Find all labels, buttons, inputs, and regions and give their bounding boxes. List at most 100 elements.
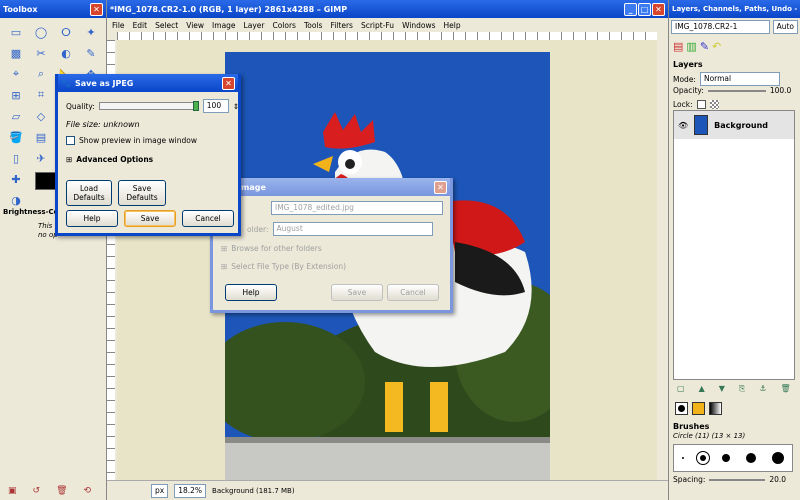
unit-select[interactable]: px — [151, 483, 169, 498]
blend-icon[interactable]: ▤ — [31, 128, 51, 146]
preview-checkbox[interactable] — [66, 136, 75, 145]
airbrush-icon[interactable]: ✈ — [31, 149, 51, 167]
raise-layer-icon[interactable]: ▲ — [699, 384, 705, 394]
crop-icon[interactable]: ⌗ — [31, 86, 51, 104]
save-button[interactable]: Save — [124, 210, 176, 227]
color-select-icon[interactable]: ▩ — [6, 44, 26, 62]
folder-select[interactable]: August — [272, 222, 433, 236]
fuzzy-select-icon[interactable]: ✦ — [81, 23, 101, 41]
cancel-button[interactable]: Cancel — [387, 284, 439, 301]
filename-input[interactable]: IMG_1078_edited.jpg — [271, 201, 443, 215]
tab-undo-icon[interactable]: ↶ — [712, 40, 721, 53]
menu-layer[interactable]: Layer — [241, 21, 268, 30]
menu-script-fu[interactable]: Script-Fu — [358, 21, 397, 30]
minimize-icon[interactable]: _ — [624, 2, 637, 16]
rect-select-icon[interactable]: ▭ — [6, 23, 26, 41]
bucket-fill-icon[interactable]: 🪣 — [6, 128, 26, 146]
horizontal-ruler — [117, 32, 657, 40]
menu-view[interactable]: View — [183, 21, 207, 30]
menu-filters[interactable]: Filters — [327, 21, 355, 30]
quality-slider[interactable] — [98, 101, 199, 111]
spacing-slider[interactable] — [709, 478, 766, 481]
preview-label[interactable]: Show preview in image window — [79, 136, 197, 145]
restore-options-icon[interactable]: ↺ — [33, 486, 41, 496]
delete-options-icon[interactable]: 🗑 — [56, 486, 67, 496]
menu-tools[interactable]: Tools — [301, 21, 325, 30]
menu-windows[interactable]: Windows — [399, 21, 438, 30]
file-type-expander[interactable]: Select File Type (By Extension) — [231, 262, 346, 271]
auto-button[interactable]: Auto — [772, 20, 798, 34]
opacity-value[interactable]: 100.0 — [770, 86, 791, 95]
advanced-options-expander[interactable]: Advanced Options — [76, 155, 153, 164]
spacing-value[interactable]: 20.0 — [769, 475, 786, 484]
anchor-layer-icon[interactable]: ⚓ — [759, 384, 766, 394]
scissors-icon[interactable]: ✂ — [31, 44, 51, 62]
ellipse-select-icon[interactable]: ◯ — [31, 23, 51, 41]
image-select[interactable]: IMG_1078.CR2-1 — [671, 20, 770, 34]
heal-icon[interactable]: ✚ — [6, 170, 26, 188]
layer-name[interactable]: Background — [714, 121, 768, 130]
layers-dock: Layers, Channels, Paths, Undo - B... IMG… — [668, 0, 800, 500]
reset-options-icon[interactable]: ⟲ — [84, 486, 92, 496]
save-button[interactable]: Save — [331, 284, 383, 301]
cancel-button[interactable]: Cancel — [182, 210, 234, 227]
eye-icon[interactable]: 👁 — [678, 121, 688, 130]
mode-select[interactable]: Normal — [699, 72, 780, 86]
tab-brushes-icon[interactable] — [675, 402, 688, 415]
close-icon[interactable]: ✕ — [652, 2, 665, 16]
lasso-icon[interactable]: ⵔ — [56, 23, 76, 41]
quality-slider-thumb[interactable] — [192, 101, 199, 111]
save-defaults-button[interactable]: Save Defaults — [118, 180, 166, 206]
menu-edit[interactable]: Edit — [130, 21, 151, 30]
menu-file[interactable]: File — [109, 21, 128, 30]
menu-image[interactable]: Image — [209, 21, 239, 30]
menu-select[interactable]: Select — [152, 21, 181, 30]
browse-folders-expander[interactable]: Browse for other folders — [231, 244, 321, 253]
opacity-label: Opacity: — [673, 86, 704, 95]
zoom-field[interactable]: 18.2% — [174, 483, 207, 498]
lock-pixels-checkbox[interactable] — [696, 100, 706, 109]
lower-layer-icon[interactable]: ▼ — [719, 384, 725, 394]
layers-titlebar: Layers, Channels, Paths, Undo - B... — [669, 0, 800, 18]
tab-layers-icon[interactable]: ▤ — [673, 40, 683, 53]
help-button[interactable]: Help — [66, 210, 118, 227]
quality-input[interactable]: 100 — [202, 99, 229, 113]
spin-icon[interactable]: ⇕ — [233, 102, 239, 111]
expander-icon[interactable]: ⊞ — [221, 244, 227, 253]
dodge-burn-icon[interactable]: ◑ — [6, 191, 26, 209]
delete-layer-icon[interactable]: 🗑 — [780, 384, 790, 394]
load-defaults-button[interactable]: Load Defaults — [66, 180, 112, 206]
layers-title: Layers, Channels, Paths, Undo - B... — [672, 5, 797, 13]
menu-colors[interactable]: Colors — [269, 21, 299, 30]
foreground-select-icon[interactable]: ◐ — [56, 44, 76, 62]
menu-help[interactable]: Help — [441, 21, 464, 30]
brush-grid[interactable] — [673, 444, 793, 472]
color-picker-icon[interactable]: ⌖ — [6, 65, 26, 83]
save-options-icon[interactable]: ▣ — [8, 486, 17, 496]
zoom-icon[interactable]: ⌕ — [31, 65, 51, 83]
new-layer-icon[interactable]: ▢ — [677, 384, 685, 394]
align-icon[interactable]: ⊞ — [6, 86, 26, 104]
eraser-icon[interactable]: ▯ — [6, 149, 26, 167]
opacity-slider[interactable] — [707, 89, 766, 92]
close-icon[interactable]: ✕ — [90, 2, 103, 16]
tab-channels-icon[interactable]: ▥ — [686, 40, 696, 53]
duplicate-layer-icon[interactable]: ⎘ — [739, 384, 745, 394]
tab-gradients-icon[interactable] — [709, 402, 722, 415]
shear-icon[interactable]: ▱ — [6, 107, 26, 125]
layer-list: 👁 Background — [673, 110, 795, 380]
tab-patterns-icon[interactable] — [692, 402, 705, 415]
paths-icon[interactable]: ✎ — [81, 44, 101, 62]
expander-icon[interactable]: ⊞ — [221, 262, 227, 271]
help-button[interactable]: Help — [225, 284, 277, 301]
file-size-text: File size: unknown — [66, 120, 140, 129]
perspective-icon[interactable]: ◇ — [31, 107, 51, 125]
layer-row-background[interactable]: 👁 Background — [674, 111, 794, 139]
close-icon[interactable]: ✕ — [434, 180, 447, 194]
tab-paths-icon[interactable]: ✎ — [700, 40, 709, 53]
lock-alpha-icon[interactable] — [709, 100, 719, 109]
maximize-icon[interactable]: □ — [638, 2, 651, 16]
mode-label: Mode: — [673, 74, 696, 84]
expander-icon[interactable]: ⊞ — [66, 155, 72, 164]
close-icon[interactable]: ✕ — [222, 76, 235, 90]
